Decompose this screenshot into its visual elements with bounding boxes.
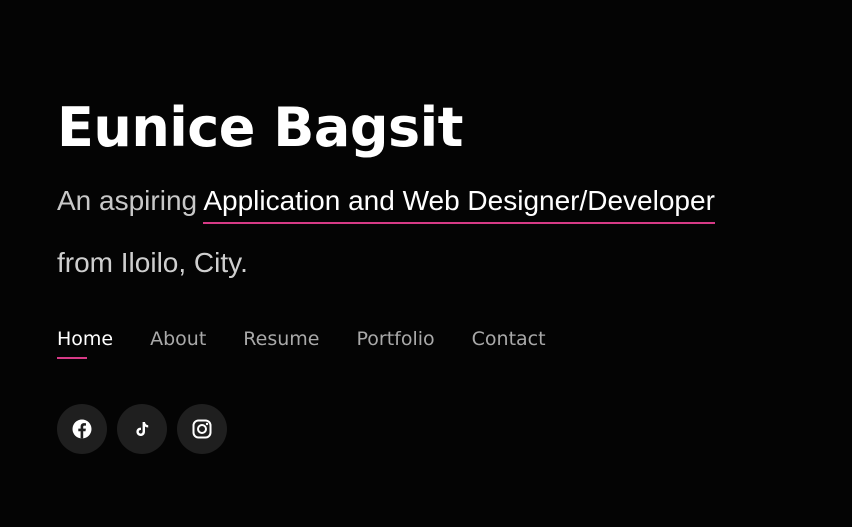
tiktok-icon (133, 420, 151, 438)
instagram-icon (192, 419, 212, 439)
tagline-lead: An aspiring (57, 185, 204, 216)
page-title: Eunice Bagsit (57, 96, 463, 159)
nav-portfolio-link[interactable]: Portfolio (356, 326, 434, 352)
nav-about-link[interactable]: About (150, 326, 206, 352)
hero-tagline: An aspiring Application and Web Designer… (57, 170, 827, 294)
hero-section: Eunice Bagsit An aspiring Application an… (57, 96, 837, 294)
nav-contact-link[interactable]: Contact (472, 326, 546, 352)
facebook-button[interactable] (57, 404, 107, 454)
facebook-icon (72, 419, 92, 439)
main-navigation: Home About Resume Portfolio Contact (57, 326, 583, 359)
tagline-location: from Iloilo, City. (57, 247, 248, 278)
tiktok-button[interactable] (117, 404, 167, 454)
social-links (57, 404, 227, 454)
tagline-highlight: Application and Web Designer/Developer (203, 185, 715, 224)
nav-home-link[interactable]: Home (57, 326, 113, 359)
instagram-button[interactable] (177, 404, 227, 454)
nav-resume-link[interactable]: Resume (243, 326, 319, 352)
